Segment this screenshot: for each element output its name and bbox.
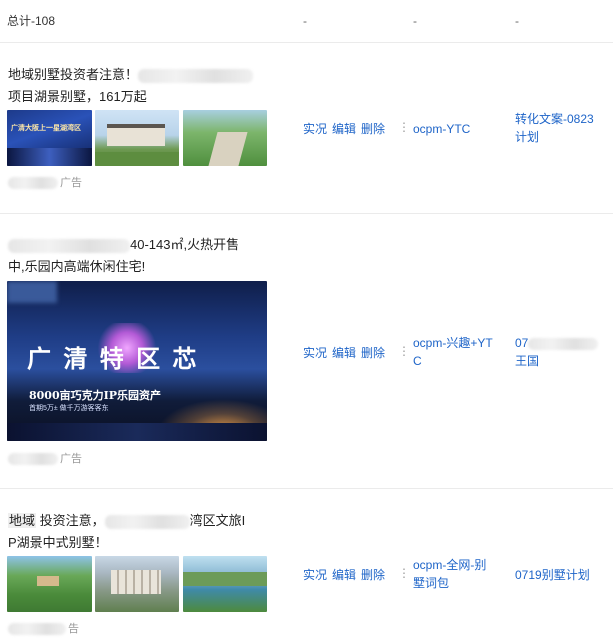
bid-strategy: ocpm-兴趣+YTC <box>413 336 493 368</box>
banner-caption: 首期5万± 做千万游客客东 <box>29 405 109 412</box>
plan-link[interactable]: 0719别墅计划 <box>515 566 605 584</box>
banner-subtitle: 8000亩巧克力IP乐园资产 <box>29 389 162 402</box>
plan-link[interactable]: 07 王国 <box>515 334 605 370</box>
table-row: 地域 投资注意， 湾区文旅I P湖景中式别墅！ 告 实况 编辑 删除 ⋮ ocpm-全… <box>0 489 613 644</box>
edit-button[interactable]: 编辑 <box>332 122 356 136</box>
redacted-text <box>8 238 130 253</box>
plan-link[interactable]: 转化文案-0823计划 <box>515 110 605 146</box>
live-button[interactable]: 实况 <box>303 346 327 360</box>
total-col-4: - <box>515 14 519 28</box>
ad-banner-image[interactable]: 广 清 特 区 芯 8000亩巧克力IP乐园资产 首期5万± 做千万游客客东 <box>7 281 267 441</box>
edit-button[interactable]: 编辑 <box>332 568 356 582</box>
row-actions: 实况 编辑 删除 <box>303 344 390 361</box>
ad-meta: 告 <box>8 620 79 636</box>
ad-title: 地域别墅投资者注意！ 项目湖景别墅，161万起 <box>8 64 268 108</box>
redacted-text <box>8 177 58 190</box>
row-actions: 实况 编辑 删除 <box>303 120 390 137</box>
redacted-text <box>8 453 58 466</box>
ad-title-part: 40-143㎡,火热开售 <box>130 237 240 252</box>
ad-title-part: P湖景中式别墅！ <box>8 535 108 550</box>
ad-thumbnail[interactable] <box>95 556 179 612</box>
total-col-2: - <box>303 14 307 28</box>
ad-meta: 广告 <box>8 174 82 190</box>
ad-thumbnail[interactable] <box>7 556 92 612</box>
bid-strategy: ocpm-全网-别墅词包 <box>413 558 487 590</box>
total-col-3: - <box>413 14 417 28</box>
bid-strategy: ocpm-YTC <box>413 122 471 136</box>
ad-label: 广告 <box>60 453 82 465</box>
ad-title-part: 中,乐园内高端休闲住宅! <box>8 259 146 274</box>
redacted-text <box>528 337 599 350</box>
ad-title-part: 地域 <box>8 513 37 528</box>
ad-thumbnail[interactable] <box>183 110 267 166</box>
thumbnail-caption: 广清大阪上一星湖湾区 <box>11 125 81 132</box>
ad-label: 广告 <box>60 177 82 189</box>
ad-thumbnail[interactable] <box>95 110 179 166</box>
more-icon[interactable]: ⋮ <box>398 120 410 134</box>
delete-button[interactable]: 删除 <box>361 568 385 582</box>
plan-link-part: 王国 <box>515 354 540 368</box>
ad-title-part: 投资注意， <box>39 513 105 528</box>
plan-link-part: 07 <box>515 336 529 350</box>
ad-thumbnail[interactable]: 广清大阪上一星湖湾区 <box>7 110 92 166</box>
ad-title: 地域 投资注意， 湾区文旅I P湖景中式别墅！ <box>8 510 270 554</box>
ad-title-part: 项目湖景别墅，161万起 <box>8 89 147 104</box>
more-icon[interactable]: ⋮ <box>398 566 410 580</box>
total-label: 总计-108 <box>7 14 56 28</box>
live-button[interactable]: 实况 <box>303 568 327 582</box>
redacted-text <box>8 623 66 636</box>
redacted-text <box>138 68 254 83</box>
delete-button[interactable]: 删除 <box>361 122 385 136</box>
ad-title: 40-143㎡,火热开售 中,乐园内高端休闲住宅! <box>8 234 268 278</box>
delete-button[interactable]: 删除 <box>361 346 385 360</box>
ad-title-part: 地域别墅投资者注意！ <box>8 67 139 82</box>
ad-title-part: 湾区文旅I <box>189 513 246 528</box>
row-actions: 实况 编辑 删除 <box>303 566 390 583</box>
banner-headline: 广 清 特 区 芯 <box>27 344 199 373</box>
table-row: 40-143㎡,火热开售 中,乐园内高端休闲住宅! 广 清 特 区 芯 8000… <box>0 214 613 489</box>
total-row: 总计-108 - - - <box>0 0 613 43</box>
more-icon[interactable]: ⋮ <box>398 344 410 358</box>
ad-meta: 广告 <box>8 450 82 466</box>
ad-thumbnail[interactable] <box>183 556 267 612</box>
redacted-text <box>104 514 190 529</box>
table-row: 地域别墅投资者注意！ 项目湖景别墅，161万起 广清大阪上一星湖湾区 广告 实况… <box>0 43 613 214</box>
edit-button[interactable]: 编辑 <box>332 346 356 360</box>
live-button[interactable]: 实况 <box>303 122 327 136</box>
ad-label: 告 <box>68 623 79 635</box>
